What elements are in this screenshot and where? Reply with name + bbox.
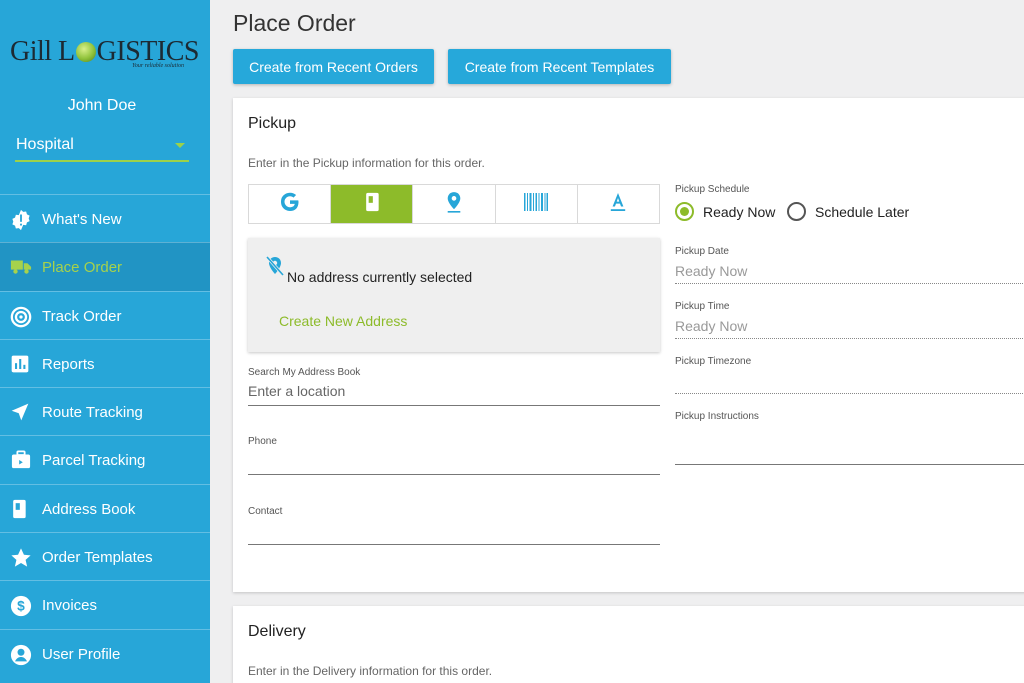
pickup-date-label: Pickup Date bbox=[675, 246, 729, 257]
pickup-time-field[interactable]: Pickup Time Ready Now bbox=[675, 301, 1024, 341]
star-icon bbox=[10, 547, 32, 567]
tab-address-book[interactable] bbox=[331, 185, 414, 223]
svg-text:$: $ bbox=[17, 599, 25, 614]
sidebar-item-label: Order Templates bbox=[42, 549, 153, 567]
sidebar-item-label: Invoices bbox=[42, 597, 98, 615]
no-address-message: No address currently selected bbox=[287, 269, 473, 285]
create-new-address-link[interactable]: Create New Address bbox=[279, 313, 407, 329]
create-from-recent-templates-button[interactable]: Create from Recent Templates bbox=[448, 49, 671, 84]
create-from-recent-orders-button[interactable]: Create from Recent Orders bbox=[233, 49, 434, 84]
sidebar-item-user-profile[interactable]: User Profile bbox=[0, 628, 210, 677]
pickup-schedule-options: Ready Now Schedule Later bbox=[675, 202, 975, 224]
sidebar-item-parcel-tracking[interactable]: Parcel Tracking bbox=[0, 435, 210, 483]
tab-location[interactable] bbox=[413, 185, 496, 223]
location-off-icon bbox=[264, 255, 286, 284]
organization-select[interactable]: Hospital bbox=[15, 134, 189, 162]
pickup-instructions-label: Pickup Instructions bbox=[675, 411, 759, 422]
pickup-timezone-label: Pickup Timezone bbox=[675, 356, 752, 367]
search-input[interactable]: Enter a location bbox=[248, 383, 345, 399]
tab-manual-entry[interactable] bbox=[578, 185, 659, 223]
target-icon bbox=[10, 306, 32, 327]
pickup-schedule-label: Pickup Schedule bbox=[675, 184, 750, 195]
sidebar-item-label: Route Tracking bbox=[42, 404, 143, 422]
user-icon bbox=[10, 644, 32, 665]
contact-label: Contact bbox=[248, 506, 283, 517]
text-entry-icon bbox=[609, 192, 627, 217]
phone-underline bbox=[248, 474, 660, 475]
address-book-icon bbox=[363, 192, 381, 217]
badge-icon bbox=[10, 209, 32, 231]
pickup-card: Pickup Enter in the Pickup information f… bbox=[233, 98, 1024, 592]
delivery-card: Delivery Enter in the Delivery informati… bbox=[233, 606, 1024, 683]
pickup-subtitle: Enter in the Pickup information for this… bbox=[248, 156, 485, 170]
pickup-title: Pickup bbox=[248, 115, 297, 132]
sidebar-item-whats-new[interactable]: What's New bbox=[0, 194, 210, 242]
google-icon bbox=[278, 190, 302, 219]
pickup-timezone-field[interactable]: Pickup Timezone bbox=[675, 356, 1024, 396]
dollar-icon: $ bbox=[10, 595, 32, 617]
sidebar-item-address-book[interactable]: Address Book bbox=[0, 483, 210, 532]
navigation-arrow-icon bbox=[10, 402, 32, 422]
address-method-tabs bbox=[248, 184, 660, 224]
barcode-icon bbox=[523, 192, 549, 217]
golf-ball-icon bbox=[75, 42, 96, 62]
phone-label: Phone bbox=[248, 436, 277, 447]
bar-chart-icon bbox=[10, 354, 32, 374]
page-title: Place Order bbox=[233, 10, 356, 36]
address-book-search-field[interactable]: Search My Address Book Enter a location bbox=[248, 367, 660, 407]
pickup-time-underline bbox=[675, 338, 1024, 339]
book-icon bbox=[10, 499, 32, 519]
schedule-later-label: Schedule Later bbox=[815, 203, 910, 220]
sidebar-nav: What's New Place Order Track Order Repor… bbox=[0, 194, 210, 677]
sidebar: Gill L GISTICS Your reliable solution Joh… bbox=[0, 0, 210, 683]
pickup-time-value[interactable]: Ready Now bbox=[675, 318, 747, 334]
pickup-instructions-field[interactable]: Pickup Instructions bbox=[675, 411, 1024, 467]
radio-unchecked-icon bbox=[787, 202, 806, 221]
organization-value: Hospital bbox=[16, 136, 74, 153]
sidebar-item-reports[interactable]: Reports bbox=[0, 338, 210, 387]
ready-now-radio[interactable]: Ready Now bbox=[675, 202, 775, 221]
pickup-timezone-underline bbox=[675, 393, 1024, 394]
ready-now-label: Ready Now bbox=[703, 203, 776, 220]
truck-icon bbox=[10, 257, 32, 277]
sidebar-item-label: Place Order bbox=[42, 259, 123, 277]
sidebar-item-label: User Profile bbox=[42, 645, 121, 663]
pickup-date-value[interactable]: Ready Now bbox=[675, 263, 747, 279]
pickup-date-field[interactable]: Pickup Date Ready Now bbox=[675, 246, 1024, 286]
logo-tagline: Your reliable solution bbox=[132, 63, 184, 69]
briefcase-icon bbox=[10, 450, 32, 470]
sidebar-item-label: What's New bbox=[42, 211, 122, 228]
radio-checked-icon bbox=[675, 202, 694, 221]
sidebar-item-label: Address Book bbox=[42, 500, 136, 518]
selected-address-panel: No address currently selected Create New… bbox=[248, 238, 660, 352]
pickup-schedule-label-wrap: Pickup Schedule bbox=[675, 184, 875, 198]
delivery-subtitle: Enter in the Delivery information for th… bbox=[248, 664, 493, 678]
sidebar-item-label: Reports bbox=[42, 355, 95, 373]
pickup-date-underline bbox=[675, 283, 1024, 284]
contact-underline bbox=[248, 544, 660, 545]
tab-google[interactable] bbox=[249, 185, 332, 223]
tab-barcode[interactable] bbox=[496, 185, 578, 223]
location-pin-icon bbox=[445, 191, 463, 218]
sidebar-item-route-tracking[interactable]: Route Tracking bbox=[0, 387, 210, 435]
pickup-instructions-underline bbox=[675, 464, 1024, 465]
sidebar-item-order-templates[interactable]: Order Templates bbox=[0, 532, 210, 580]
sidebar-item-track-order[interactable]: Track Order bbox=[0, 290, 210, 339]
pickup-time-label: Pickup Time bbox=[675, 301, 730, 312]
sidebar-item-label: Track Order bbox=[42, 307, 122, 325]
company-logo[interactable]: Gill L GISTICS Your reliable solution bbox=[10, 36, 200, 72]
user-name: John Doe bbox=[67, 97, 137, 114]
sidebar-item-invoices[interactable]: $ Invoices bbox=[0, 580, 210, 628]
sidebar-item-label: Parcel Tracking bbox=[42, 452, 146, 470]
sidebar-item-place-order[interactable]: Place Order bbox=[0, 242, 210, 291]
caret-down-icon bbox=[175, 143, 185, 148]
delivery-title: Delivery bbox=[248, 623, 306, 640]
search-underline bbox=[248, 405, 660, 406]
phone-field[interactable]: Phone bbox=[248, 436, 660, 476]
search-label: Search My Address Book bbox=[248, 367, 361, 378]
contact-field[interactable]: Contact bbox=[248, 506, 660, 546]
schedule-later-radio[interactable]: Schedule Later bbox=[787, 202, 909, 221]
